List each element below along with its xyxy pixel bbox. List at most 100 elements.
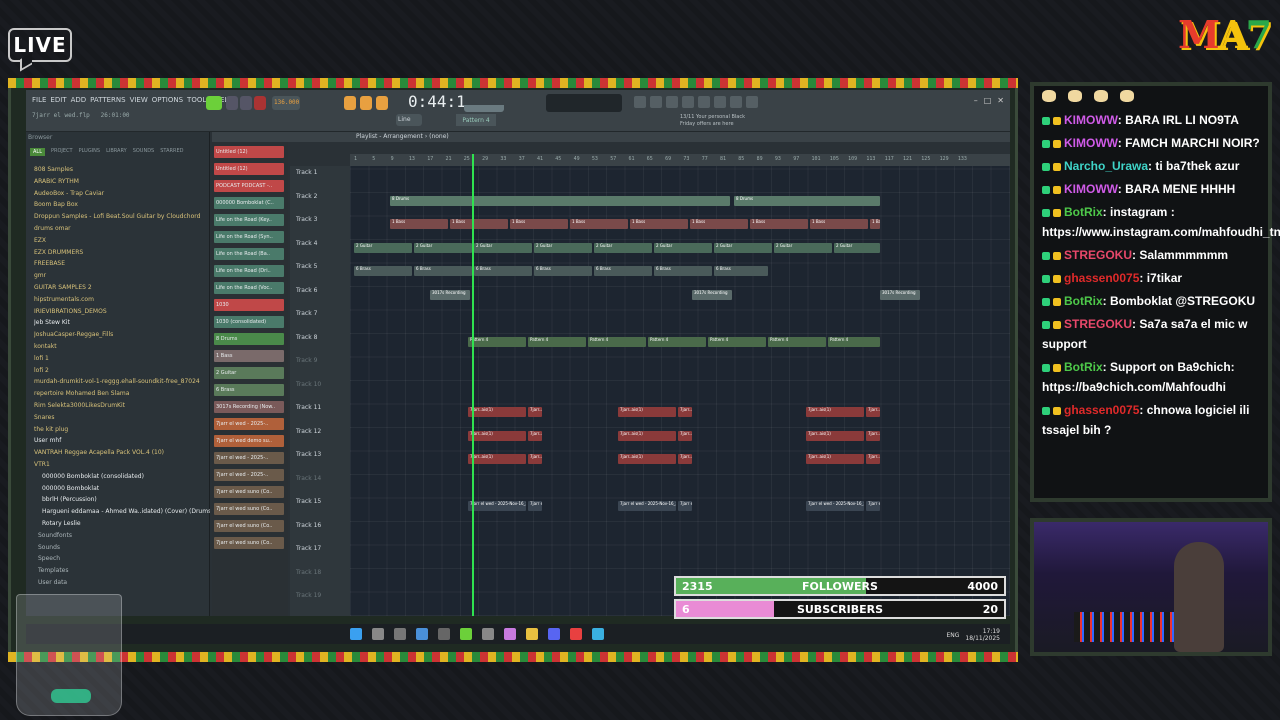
channel-item[interactable]: Life on the Road (Dri.. (214, 265, 284, 277)
playlist-clip[interactable]: 1 Bass (570, 219, 628, 229)
browser-file[interactable]: bbrlH (Percussion) (34, 494, 210, 506)
browser-folder[interactable]: AudeoBox - Trap Caviar (34, 188, 210, 200)
channel-item[interactable]: 7jarr el wed suno (Co.. (214, 486, 284, 498)
chat-username[interactable]: BotRix (1064, 360, 1103, 374)
chat-username[interactable]: Narcho_Urawa (1064, 159, 1148, 173)
chat-icon[interactable] (730, 96, 742, 108)
discord-icon[interactable] (548, 628, 560, 640)
playlist-clip[interactable]: 6 Brass (474, 266, 532, 276)
copilot-icon[interactable] (504, 628, 516, 640)
track-header[interactable]: Track 3 (296, 215, 317, 238)
playlist-clip[interactable]: 1 Bass (690, 219, 748, 229)
browser-folder[interactable]: Droppun Samples - Lofi Beat.Soul Guitar … (34, 211, 210, 223)
browser-folder[interactable]: drums omar (34, 223, 210, 235)
track-header[interactable]: Track 17 (296, 544, 321, 567)
browser-folder[interactable]: VTR1 (34, 459, 210, 471)
browser-folder[interactable]: lofi 2 (34, 365, 210, 377)
playlist-clip[interactable]: Pattern 4 (708, 336, 766, 347)
browser-folder[interactable]: the kit plug (34, 424, 210, 436)
track-header[interactable]: Track 9 (296, 356, 317, 379)
playlist-clip[interactable]: 7jarr..ais(1) (528, 407, 542, 417)
browser-category[interactable]: Speech (34, 553, 210, 565)
browser-file[interactable]: Rotary Leslie (34, 518, 210, 530)
browser-tab-sounds[interactable]: SOUNDS (133, 148, 155, 156)
playlist-clip[interactable]: 2 Guitar (774, 242, 832, 253)
channel-item[interactable]: 1030 (consolidated) (214, 316, 284, 328)
chat-username[interactable]: KIMOWW (1064, 182, 1118, 196)
playlist-clip[interactable]: 2 Guitar (714, 242, 772, 253)
playhead[interactable] (472, 154, 474, 616)
record-button[interactable] (254, 96, 266, 110)
browser-tab-library[interactable]: LIBRARY (106, 148, 127, 156)
tempo-display[interactable]: 136.000 (272, 96, 300, 110)
snap-selector[interactable]: Line (396, 114, 422, 126)
browser-folder[interactable]: lofi 1 (34, 353, 210, 365)
playlist-clip[interactable]: 6 Brass (354, 266, 412, 276)
clock[interactable]: 17:19 18/11/2025 (965, 628, 1000, 642)
loop-record-button[interactable] (376, 96, 388, 110)
channel-item[interactable]: 7jarr el wed demo su.. (214, 435, 284, 447)
channel-item[interactable]: Untitled (12) (214, 146, 284, 158)
menu-file[interactable]: FILE (32, 96, 46, 104)
playlist-clip[interactable]: 7jarr el wed - 2025-Nov-16_5.. (618, 501, 676, 511)
browser-file[interactable]: 000000 Bomboklat (34, 483, 210, 495)
playlist-clip[interactable]: 2 Guitar (354, 242, 412, 253)
playlist-clip[interactable]: 7jarr el wed - 2025-Nov-16_5.. (468, 501, 526, 511)
playlist-clip[interactable]: 7jarr..ais(1) (866, 430, 880, 441)
browser-file[interactable]: Hargueni eddamaa - Ahmed Wa..idated) (Co… (34, 506, 210, 518)
menu-options[interactable]: OPTIONS (152, 96, 183, 104)
browser-category[interactable]: Sounds (34, 542, 210, 554)
playlist-clip[interactable]: 7jarr..ais(1) (618, 407, 676, 417)
playlist-clip[interactable]: Pattern 4 (768, 336, 826, 347)
playlist-clip[interactable]: 7jarr..ais(1) (528, 430, 542, 441)
browser-category[interactable]: Templates (34, 565, 210, 577)
browser-folder[interactable]: FREEBASE (34, 258, 210, 270)
playlist-clip[interactable]: 2 Guitar (654, 242, 712, 253)
track-header[interactable]: Track 19 (296, 591, 321, 614)
browser-tab-starred[interactable]: STARRED (160, 148, 183, 156)
explorer-icon[interactable] (526, 628, 538, 640)
edge-icon[interactable] (416, 628, 428, 640)
browser-folder[interactable]: kontakt (34, 341, 210, 353)
channel-item[interactable]: Life on the Road (Voc.. (214, 282, 284, 294)
playlist-clip[interactable]: 1 Bass (450, 219, 508, 229)
playlist-clip[interactable]: 7jarr..ais(1) (618, 430, 676, 441)
browser-folder[interactable]: EZX DRUMMERS (34, 247, 210, 259)
menu-add[interactable]: ADD (71, 96, 87, 104)
playlist-clip[interactable]: 2 Guitar (414, 242, 472, 253)
playlist-clip[interactable]: 7jarr el wed - 2025-Nov-16_5.. (678, 501, 692, 511)
playlist-clip[interactable]: 7jarr..ais(1) (866, 407, 880, 417)
playlist-clip[interactable]: 1 Bass (870, 219, 880, 229)
track-header[interactable]: Track 10 (296, 380, 321, 403)
playlist-clip[interactable]: 7jarr..ais(1) (806, 454, 864, 464)
playlist-clip[interactable]: 6 Brass (414, 266, 472, 276)
browser-folder[interactable]: Jeb Stew Kit (34, 317, 210, 329)
lang-indicator[interactable]: ENG (946, 632, 959, 639)
playlist-clip[interactable]: 1 Bass (810, 219, 868, 229)
playlist-clip[interactable]: 8 Drums (734, 195, 880, 206)
wait-button[interactable] (360, 96, 372, 110)
playlist-clip[interactable]: 7jarr..ais(1) (468, 430, 526, 441)
browser-tab-plugins[interactable]: PLUGINS (79, 148, 100, 156)
browser-folder[interactable]: 808 Samples (34, 164, 210, 176)
menu-view[interactable]: VIEW (130, 96, 148, 104)
pattern-selector[interactable]: Pattern 4 (456, 114, 496, 126)
track-header[interactable]: Track 4 (296, 239, 317, 262)
playlist-clip[interactable]: 7jarr..ais(1) (806, 430, 864, 441)
playlist-clip[interactable]: Pattern 4 (588, 336, 646, 347)
playlist-clip[interactable]: 6 Brass (714, 266, 768, 276)
browser-folder[interactable]: Rim Selekta3000LikesDrumKit (34, 400, 210, 412)
chat-username[interactable]: ghassen0075 (1064, 271, 1139, 285)
playlist-clip[interactable]: 7jarr..ais(1) (528, 454, 542, 464)
track-header[interactable]: Track 13 (296, 450, 321, 473)
track-header[interactable]: Track 15 (296, 497, 321, 520)
playlist-clip[interactable]: 8 Drums (390, 195, 730, 206)
channel-item[interactable]: 2 Guitar (214, 367, 284, 379)
chat-username[interactable]: ghassen0075 (1064, 403, 1139, 417)
channel-item[interactable]: 7jarr el wed - 2025-.. (214, 452, 284, 464)
playlist-clip[interactable]: 7jarr el wed - 2025-Nov-16_5.. (806, 501, 864, 511)
minimize-button[interactable]: – (974, 96, 978, 105)
track-header[interactable]: Track 12 (296, 427, 321, 450)
channel-item[interactable]: 8 Drums (214, 333, 284, 345)
playlist-clip[interactable]: 1 Bass (510, 219, 568, 229)
